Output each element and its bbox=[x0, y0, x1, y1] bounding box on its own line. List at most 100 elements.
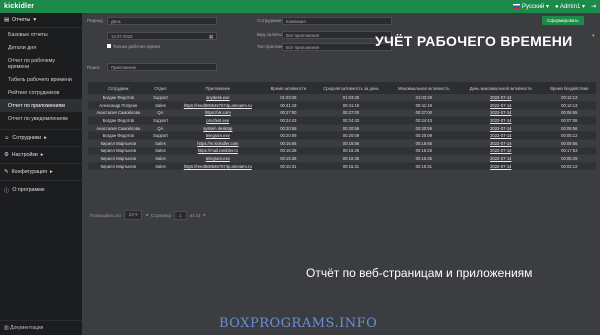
sidebar-reports-header[interactable]: ▤ Отчеты ▾ bbox=[0, 13, 82, 28]
sidebar-item[interactable]: Отчет по рабочему времени bbox=[0, 54, 82, 73]
table-cell: 00:41:19 bbox=[388, 101, 459, 110]
table-cell: 01:03:28 bbox=[388, 94, 459, 103]
sidebar-item[interactable]: Базовые отчеты bbox=[0, 28, 82, 41]
dropdown-icon[interactable]: ▾ bbox=[592, 33, 595, 39]
table-cell: 00:09:56 bbox=[542, 124, 596, 133]
main-content: Период День 14.07.2022 ▦ Только рабочее в… bbox=[82, 13, 600, 335]
sidebar: ▤ Отчеты ▾ Базовые отчеты Детали дня Отчет… bbox=[0, 13, 82, 335]
employees-select[interactable]: Компания bbox=[282, 17, 392, 25]
table-cell[interactable]: procfest.exe bbox=[172, 116, 264, 125]
table-cell[interactable]: https://reed5085467674p.amoarm.ru bbox=[172, 101, 264, 110]
table-cell: Анастасия Самойлова bbox=[88, 124, 149, 133]
user-menu[interactable]: ● Admin1 ▾ bbox=[555, 3, 585, 10]
search-input[interactable]: Приложение bbox=[107, 63, 217, 71]
gear-icon: ⚙ bbox=[4, 152, 9, 158]
per-page-label: Показывать по bbox=[90, 212, 121, 218]
table-cell: Sales bbox=[148, 154, 173, 163]
table-cell[interactable]: 2022-07-14 bbox=[458, 124, 543, 133]
top-bar: kickidler Русский ▾ ● Admin1 ▾ ⇥ bbox=[0, 0, 600, 13]
table-cell: Support bbox=[148, 131, 173, 141]
promo-title: УЧЁТ РАБОЧЕГО ВРЕМЕНИ bbox=[375, 33, 573, 49]
period-value: День bbox=[111, 19, 121, 24]
sidebar-group[interactable]: ⓘ О программе bbox=[0, 180, 82, 199]
table-cell[interactable]: 2022-07-14 bbox=[458, 131, 543, 141]
period-select[interactable]: День bbox=[107, 17, 217, 25]
sidebar-docs-label: Документация bbox=[10, 325, 44, 331]
column-header[interactable]: Максимальная активность bbox=[388, 82, 459, 94]
table-cell: Sales bbox=[148, 139, 173, 148]
table-cell[interactable]: anydesk.exe bbox=[172, 94, 264, 103]
next-page-icon[interactable]: ▸ bbox=[203, 212, 205, 218]
table-cell: 00:41:19 bbox=[263, 101, 314, 110]
language-label: Русский bbox=[522, 4, 545, 10]
column-header[interactable]: Время бездействия bbox=[542, 82, 596, 94]
generate-button[interactable]: Сформировать bbox=[542, 16, 584, 25]
column-header[interactable]: Приложение bbox=[172, 82, 264, 94]
table-cell[interactable]: https://mail.rambler.ru bbox=[172, 147, 264, 156]
table-cell[interactable]: https://reed5085467674p.amoarm.ru bbox=[172, 162, 264, 171]
table-cell[interactable]: 2022-07-14 bbox=[458, 147, 543, 156]
table-cell[interactable]: https://vk.com bbox=[172, 109, 264, 118]
table-cell: Богдан Федотов bbox=[88, 116, 149, 125]
table-header-row: Сотрудник Отдел Приложение Время активности… bbox=[88, 82, 596, 94]
table-cell[interactable]: https://m.kickidler.com bbox=[172, 139, 264, 148]
table-cell[interactable]: 2022-07-14 bbox=[458, 139, 543, 148]
table-cell[interactable]: 2022-07-14 bbox=[458, 154, 543, 163]
sidebar-group-label: Настройки bbox=[11, 152, 38, 158]
sidebar-group[interactable]: ⚙ Настройки ▸ bbox=[0, 146, 82, 163]
table-cell: Sales bbox=[148, 147, 173, 156]
per-page-value: 20 bbox=[128, 212, 134, 217]
column-header[interactable]: День максимальной активности bbox=[458, 82, 543, 94]
sidebar-item[interactable]: Отчет по уведомлениям bbox=[0, 112, 82, 125]
column-header[interactable]: Время активности bbox=[263, 82, 314, 94]
search-label: Поиск bbox=[87, 65, 100, 70]
table-cell: 00:20:59 bbox=[263, 124, 314, 133]
logout-icon[interactable]: ⇥ bbox=[591, 3, 596, 10]
table-cell[interactable]: system desktop bbox=[172, 124, 264, 133]
worktime-only-checkbox[interactable]: Только рабочее время bbox=[107, 44, 160, 49]
table-cell[interactable]: 2022-07-14 bbox=[458, 162, 543, 171]
table-cell: QA bbox=[148, 124, 173, 133]
table-cell: 00:15:36 bbox=[313, 154, 389, 163]
table-cell[interactable]: 2022-07-14 bbox=[458, 116, 543, 125]
table-cell: Sales bbox=[148, 101, 173, 110]
per-page-select[interactable]: 20 ▾ bbox=[123, 210, 143, 220]
wrench-icon: ✎ bbox=[4, 169, 9, 175]
sidebar-item[interactable]: Детали дня bbox=[0, 41, 82, 54]
table-cell: Кирилл Мартынов bbox=[88, 139, 149, 148]
search-placeholder: Приложение bbox=[111, 65, 137, 70]
table-cell: 00:15:31 bbox=[263, 162, 314, 171]
table-row: Анастасия Самойлова QA system desktop 00:20… bbox=[88, 124, 596, 133]
sidebar-item[interactable]: Табель рабочего времени bbox=[0, 73, 82, 86]
table-cell: Александр Попугин bbox=[88, 101, 149, 110]
table-cell[interactable]: 2022-07-14 bbox=[458, 94, 543, 103]
sidebar-docs-link[interactable]: ▥ Документация bbox=[0, 320, 82, 335]
column-header[interactable]: Средняя активность за день bbox=[313, 82, 389, 94]
sidebar-group[interactable]: ☺ Сотрудники ▸ bbox=[0, 129, 82, 146]
sidebar-item[interactable]: Отчет по приложениям bbox=[0, 99, 82, 112]
page-value: 1 bbox=[179, 212, 182, 218]
table-cell[interactable]: 2022-07-14 bbox=[458, 109, 543, 118]
calendar-icon: ▦ bbox=[208, 34, 213, 39]
table-cell: 00:20:59 bbox=[313, 124, 389, 133]
table-row: Кирилл Мартынов Sales https://reed50854676… bbox=[88, 162, 596, 171]
table-cell[interactable]: telegram.exe bbox=[172, 131, 264, 141]
table-row: Богдан Федотов Support anydesk.exe 01:03:28… bbox=[88, 94, 596, 103]
sidebar-item[interactable]: Рейтинг сотрудников bbox=[0, 86, 82, 99]
sidebar-group[interactable]: ✎ Конфигурация ▸ bbox=[0, 163, 82, 180]
table-cell[interactable]: telegram.exe bbox=[172, 154, 264, 163]
prev-page-icon[interactable]: ◂ bbox=[145, 212, 147, 218]
date-input[interactable]: 14.07.2022 ▦ bbox=[107, 32, 217, 40]
column-header[interactable]: Отдел bbox=[148, 82, 173, 94]
table-cell[interactable]: 2022-07-14 bbox=[458, 101, 543, 110]
table-cell: Support bbox=[148, 94, 173, 103]
table-cell: Анастасия Самойлова bbox=[88, 109, 149, 118]
table-cell: 01:03:28 bbox=[313, 94, 389, 103]
worktime-only-label: Только рабочее время bbox=[113, 44, 161, 49]
page-input[interactable]: 1 bbox=[174, 210, 187, 220]
column-header[interactable]: Сотрудник bbox=[88, 82, 149, 94]
table-cell: 00:15:31 bbox=[388, 162, 459, 171]
table-row: Кирилл Мартынов Sales https://m.kickidler.… bbox=[88, 139, 596, 148]
language-selector[interactable]: Русский ▾ bbox=[513, 3, 549, 10]
table-cell: 00:17:53 bbox=[542, 147, 596, 156]
